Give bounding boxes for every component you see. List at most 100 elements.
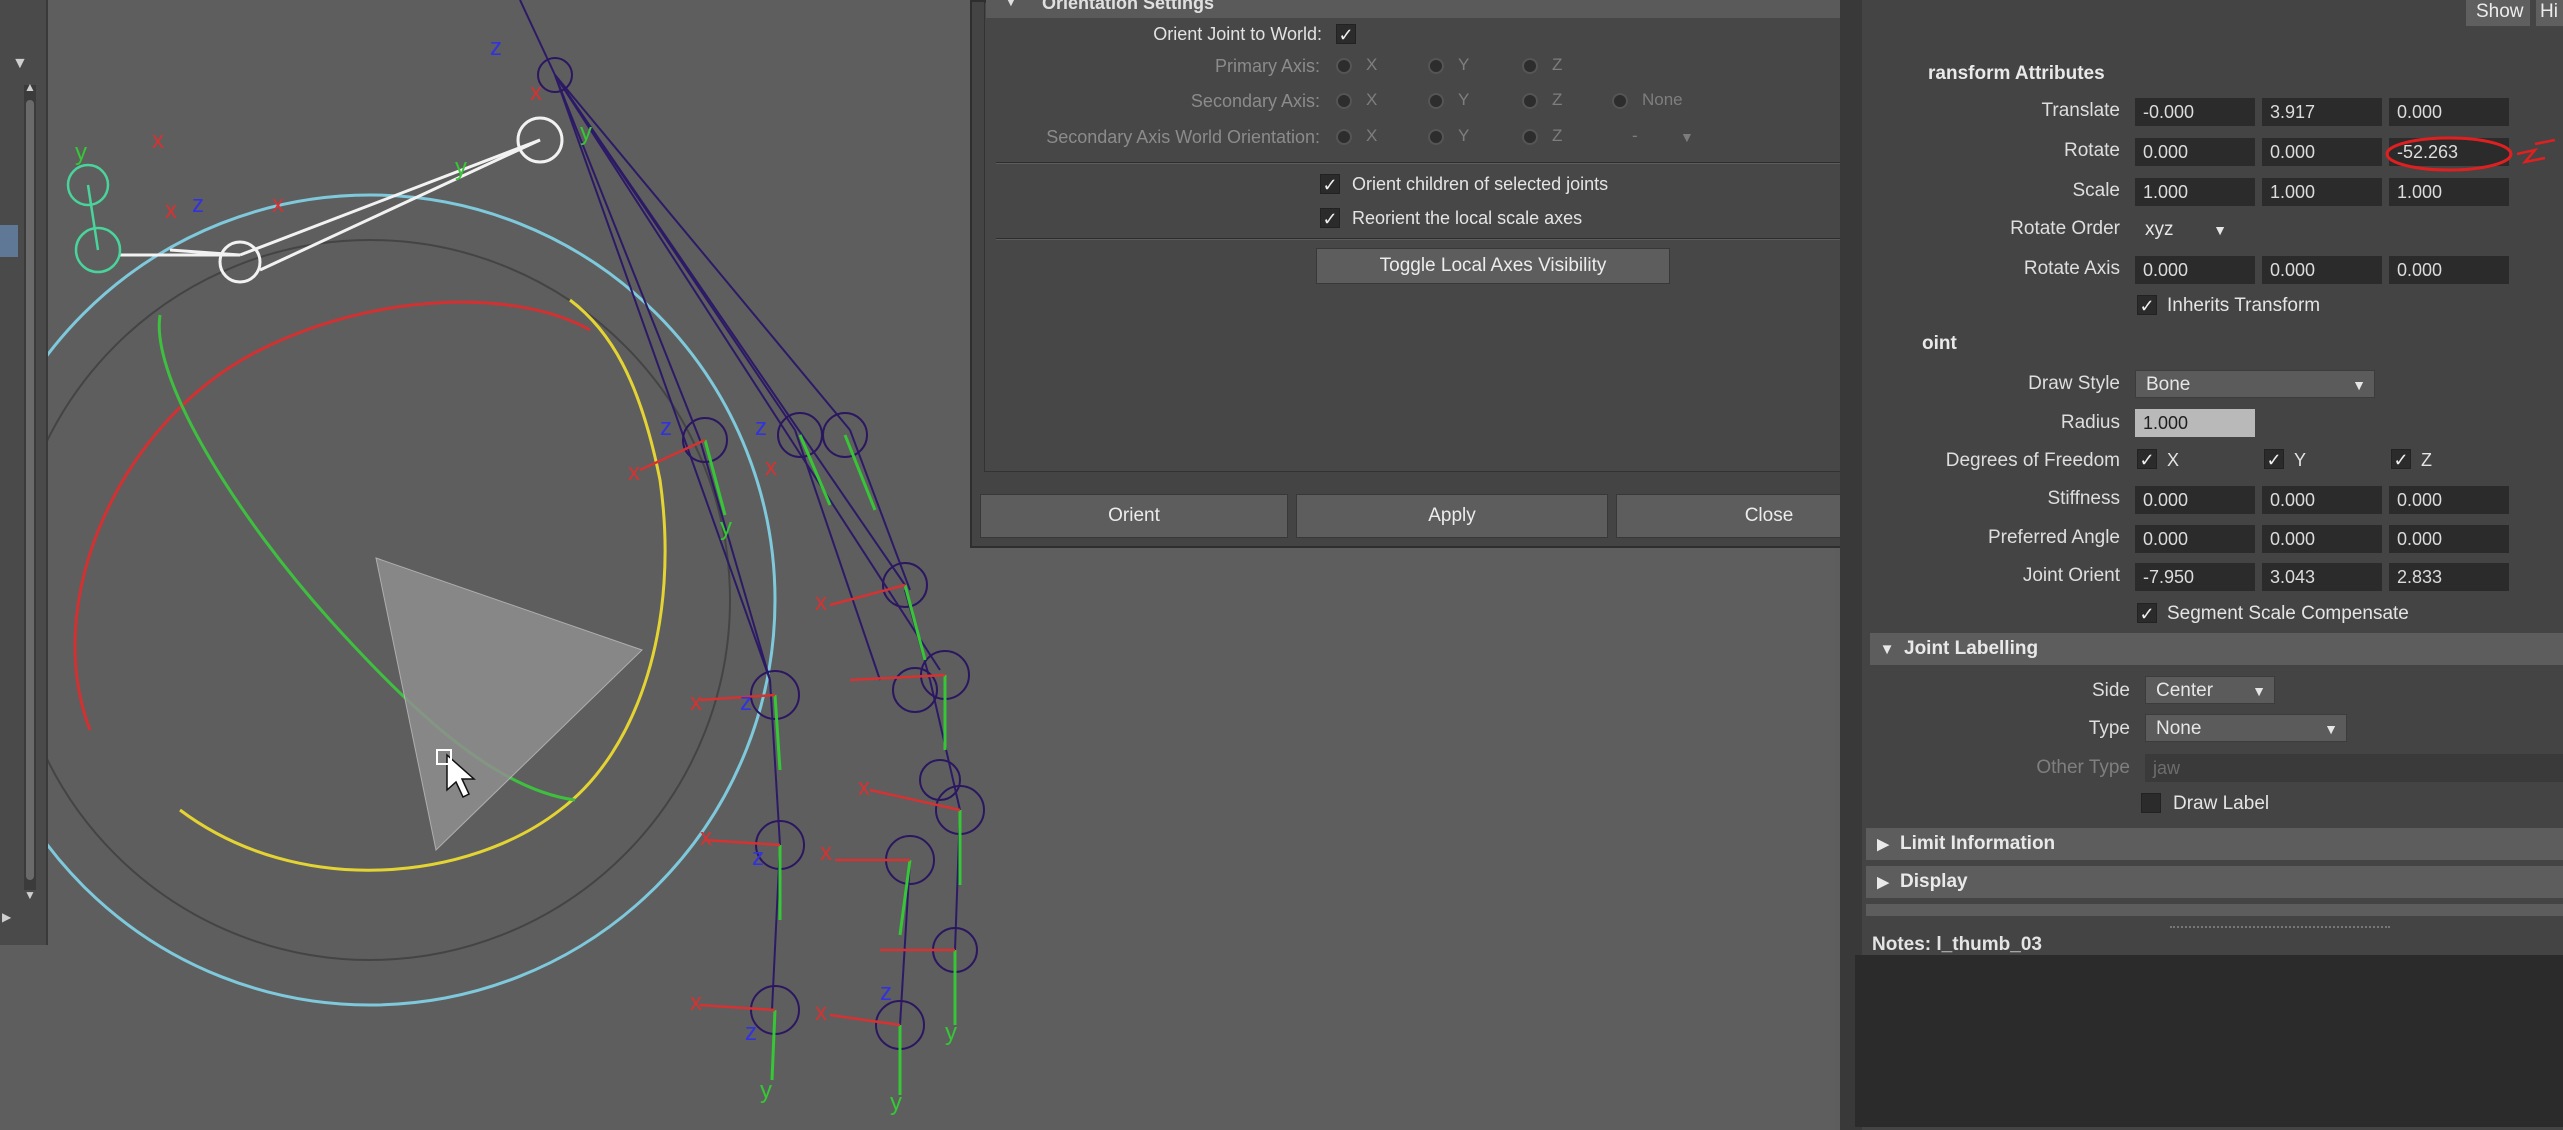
joint-orient-x-field[interactable]: -7.950 [2135, 563, 2255, 591]
axis-label-x: x [272, 191, 284, 218]
axis-label-y: y [890, 1089, 902, 1116]
selected-thumb-chain [120, 116, 564, 284]
joint-orient-z-field[interactable]: 2.833 [2389, 563, 2509, 591]
dof-y-checkbox[interactable]: ✓ [2264, 449, 2284, 470]
reorient-scale-checkbox[interactable]: ✓ [1320, 208, 1340, 229]
collapse-arrow-icon[interactable]: ▼ [1004, 0, 1018, 8]
dof-x-checkbox[interactable]: ✓ [2137, 449, 2157, 470]
orient-children-checkbox[interactable]: ✓ [1320, 174, 1340, 195]
secondary-axis-y-radio[interactable]: Y [1428, 90, 1469, 110]
secondary-axis-label: Secondary Axis: [1190, 91, 1320, 111]
draw-style-label: Draw Style [2028, 373, 2120, 394]
rotate-outer-ring [9, 239, 731, 961]
scale-x-field[interactable]: 1.000 [2135, 178, 2255, 206]
selected-row-highlight[interactable] [0, 225, 18, 257]
rotate-axis-z-field[interactable]: 0.000 [2389, 256, 2509, 284]
translate-label: Translate [2041, 100, 2121, 121]
axis-label-x: x [815, 999, 827, 1026]
type-dropdown[interactable]: None ▼ [2145, 714, 2347, 742]
draw-label-checkbox[interactable]: ✓ [2141, 793, 2161, 813]
axis-label-y: y [75, 139, 87, 166]
segment-scale-checkbox[interactable]: ✓ [2137, 603, 2157, 624]
joint-spheres [537, 57, 985, 1050]
world-orient-z-radio[interactable]: Z [1522, 126, 1562, 146]
stiffness-x-field[interactable]: 0.000 [2135, 486, 2255, 514]
dof-label: Degrees of Freedom [1945, 450, 2120, 471]
skeleton-bones [519, 0, 961, 1026]
orient-children-label: Orient children of selected joints [1352, 174, 1609, 194]
stiffness-y-field[interactable]: 0.000 [2262, 486, 2382, 514]
collapsed-section[interactable] [1866, 904, 2563, 916]
expand-down-icon: ▼ [1879, 641, 1895, 658]
primary-axis-y-radio[interactable]: Y [1428, 55, 1469, 75]
rotate-order-dropdown[interactable]: xyz ▼ [2135, 216, 2235, 244]
scroll-down-icon[interactable]: ▼ [24, 888, 36, 902]
translate-x-field[interactable]: -0.000 [2135, 98, 2255, 126]
secondary-axis-x-radio[interactable]: X [1336, 90, 1377, 110]
scroll-up-icon[interactable]: ▲ [24, 80, 36, 94]
thumb-root-joints [66, 163, 122, 274]
limit-information-section[interactable]: ▶ Limit Information [1866, 828, 2563, 860]
preferred-angle-x-field[interactable]: 0.000 [2135, 525, 2255, 553]
section-title: Orientation Settings [1042, 0, 1215, 13]
rotate-axis-y-field[interactable]: 0.000 [2262, 256, 2382, 284]
orientation-settings-header[interactable]: ▼ Orientation Settings [986, 0, 1922, 18]
joint-section[interactable]: oint [1910, 328, 2563, 360]
primary-axis-z-radio[interactable]: Z [1522, 55, 1562, 75]
axis-label-z: z [660, 414, 672, 441]
primary-axis-x-radio[interactable]: X [1336, 55, 1377, 75]
notes-textarea[interactable] [1855, 955, 2563, 1127]
other-type-field[interactable]: jaw [2145, 754, 2563, 782]
joint-x-axes [639, 438, 961, 1027]
rotate-x-field[interactable]: 0.000 [2135, 138, 2255, 166]
separator [996, 238, 1896, 240]
world-orient-sign-dropdown[interactable]: - [1632, 126, 1638, 146]
axis-label-z: z [192, 191, 204, 218]
expand-arrow-icon[interactable]: ▶ [2, 910, 11, 924]
dof-z-checkbox[interactable]: ✓ [2391, 449, 2411, 470]
show-button[interactable]: Show [2466, 0, 2530, 26]
display-section[interactable]: ▶ Display [1866, 866, 2563, 898]
stiffness-z-field[interactable]: 0.000 [2389, 486, 2509, 514]
scale-z-field[interactable]: 1.000 [2389, 178, 2509, 206]
axis-label-x: x [815, 589, 827, 616]
preferred-angle-z-field[interactable]: 0.000 [2389, 525, 2509, 553]
joint-orient-y-field[interactable]: 3.043 [2262, 563, 2382, 591]
translate-y-field[interactable]: 3.917 [2262, 98, 2382, 126]
axis-label-x: x [765, 454, 777, 481]
expand-right-icon: ▶ [1877, 836, 1889, 853]
orient-button[interactable]: Orient [980, 494, 1288, 538]
reorient-scale-label: Reorient the local scale axes [1352, 208, 1583, 228]
toggle-local-axes-button[interactable]: Toggle Local Axes Visibility [1316, 248, 1670, 284]
transform-attributes-section[interactable]: ransform Attributes [1910, 58, 2563, 90]
radius-field[interactable]: 1.000 [2135, 409, 2255, 437]
world-orient-x-radio[interactable]: X [1336, 126, 1377, 146]
apply-button[interactable]: Apply [1296, 494, 1608, 538]
joint-labelling-section[interactable]: ▼ Joint Labelling [1870, 633, 2563, 665]
axis-label-x: x [530, 79, 542, 106]
rotate-axis-x-field[interactable]: 0.000 [2135, 256, 2255, 284]
secondary-axis-none-radio[interactable]: None [1612, 90, 1683, 110]
secondary-world-label: Secondary Axis World Orientation: [1046, 127, 1320, 147]
chevron-down-icon: ▼ [2352, 377, 2366, 393]
translate-z-field[interactable]: 0.000 [2389, 98, 2509, 126]
axis-label-x: x [690, 989, 702, 1016]
dropdown-arrow-icon[interactable]: ▼ [12, 55, 28, 73]
preferred-angle-y-field[interactable]: 0.000 [2262, 525, 2382, 553]
outliner-strip: ▼ ▲ ▼ ▶ [0, 0, 48, 945]
inherits-transform-checkbox[interactable]: ✓ [2137, 295, 2157, 316]
chevron-down-icon[interactable]: ▼ [1680, 129, 1694, 145]
draw-style-dropdown[interactable]: Bone ▼ [2135, 370, 2375, 398]
hide-button[interactable]: Hi [2536, 0, 2563, 26]
world-orient-y-radio[interactable]: Y [1428, 126, 1469, 146]
scrollbar-thumb[interactable] [26, 100, 34, 880]
resize-handle[interactable] [2170, 926, 2390, 931]
side-dropdown[interactable]: Center ▼ [2145, 676, 2275, 704]
rotation-sweep-wedge [375, 557, 643, 851]
rotate-y-field[interactable]: 0.000 [2262, 138, 2382, 166]
scale-label: Scale [2072, 180, 2120, 201]
inherits-transform-label: Inherits Transform [2167, 295, 2321, 316]
orient-to-world-checkbox[interactable]: ✓ [1336, 24, 1356, 45]
scale-y-field[interactable]: 1.000 [2262, 178, 2382, 206]
secondary-axis-z-radio[interactable]: Z [1522, 90, 1562, 110]
